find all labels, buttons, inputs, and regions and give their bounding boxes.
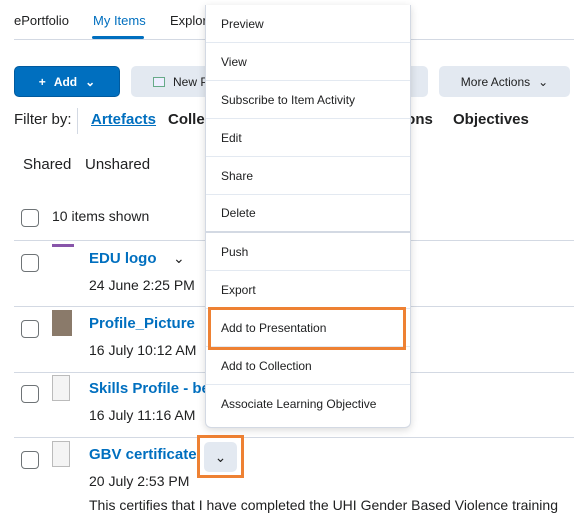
menu-item-edit[interactable]: Edit [206, 119, 410, 157]
add-button[interactable]: + Add ⌄ [14, 66, 120, 97]
item-description: This certifies that I have completed the… [89, 497, 558, 513]
more-actions-label: More Actions [460, 74, 531, 89]
item-checkbox[interactable] [21, 254, 39, 272]
item-thumbnail [52, 244, 74, 247]
menu-item-delete[interactable]: Delete [206, 195, 410, 233]
menu-item-push[interactable]: Push [206, 233, 410, 271]
menu-item-subscribe[interactable]: Subscribe to Item Activity [206, 81, 410, 119]
divider [14, 437, 574, 438]
chevron-down-icon: ⌄ [85, 74, 96, 89]
tab-shared[interactable]: Shared [23, 156, 71, 173]
item-checkbox[interactable] [21, 320, 39, 338]
chevron-down-icon[interactable]: ⌄ [173, 250, 185, 267]
menu-item-export[interactable]: Export [206, 271, 410, 309]
highlight-box [197, 435, 244, 478]
item-date: 24 June 2:25 PM [89, 277, 195, 293]
divider [77, 108, 78, 134]
chevron-down-icon: ⌄ [538, 74, 549, 89]
filter-artefacts[interactable]: Artefacts [91, 111, 156, 128]
menu-item-share[interactable]: Share [206, 157, 410, 195]
select-all-checkbox[interactable] [21, 209, 39, 227]
items-count: 10 items shown [52, 208, 150, 224]
item-thumbnail [52, 310, 72, 336]
tab-eportfolio[interactable]: ePortfolio [14, 13, 69, 28]
item-date: 16 July 10:12 AM [89, 342, 197, 358]
filter-label: Filter by: [14, 111, 72, 128]
item-date: 16 July 11:16 AM [89, 407, 196, 423]
tab-unshared[interactable]: Unshared [85, 156, 150, 173]
item-title[interactable]: Profile_Picture [89, 315, 195, 332]
item-title[interactable]: Skills Profile - beginning [89, 380, 205, 397]
menu-item-associate-learning-objective[interactable]: Associate Learning Objective [206, 385, 410, 423]
item-title[interactable]: GBV certificate [89, 446, 197, 463]
highlight-box [208, 307, 406, 350]
item-context-menu: Preview View Subscribe to Item Activity … [205, 5, 411, 428]
item-date: 20 July 2:53 PM [89, 473, 190, 489]
more-actions-button[interactable]: More Actions ⌄ [439, 66, 570, 97]
menu-item-view[interactable]: View [206, 43, 410, 81]
filter-objectives[interactable]: Objectives [453, 111, 529, 128]
item-checkbox[interactable] [21, 451, 39, 469]
item-checkbox[interactable] [21, 385, 39, 403]
plus-icon: + [38, 74, 46, 89]
tab-my-items[interactable]: My Items [93, 13, 146, 28]
menu-item-preview[interactable]: Preview [206, 5, 410, 43]
menu-item-add-to-collection[interactable]: Add to Collection [206, 347, 410, 385]
presentation-icon [153, 76, 165, 87]
document-icon [52, 375, 70, 401]
document-icon [52, 441, 70, 467]
item-title[interactable]: EDU logo [89, 250, 157, 267]
add-label: Add [53, 74, 78, 89]
